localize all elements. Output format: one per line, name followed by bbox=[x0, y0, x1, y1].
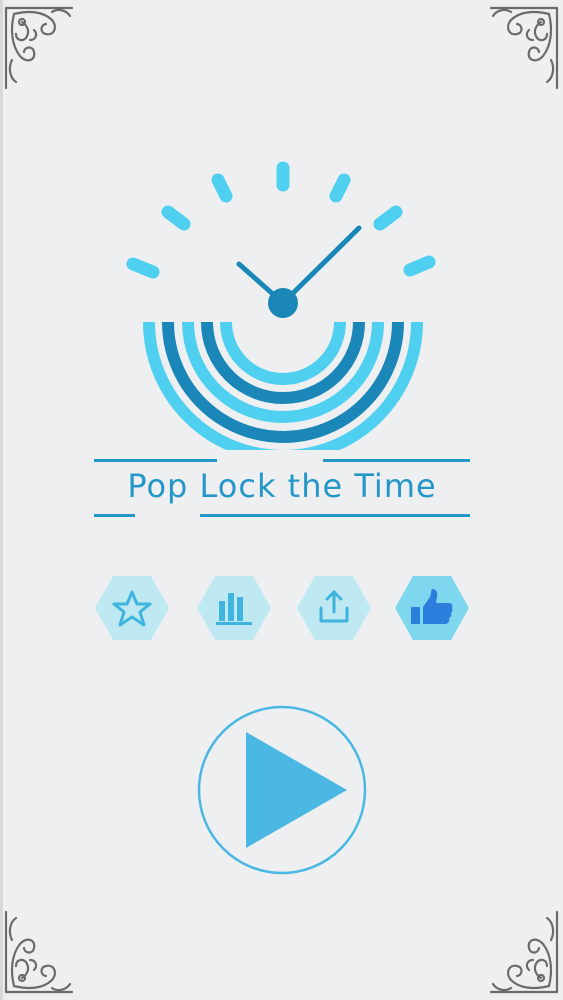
corner-ornament-top-left bbox=[4, 6, 74, 90]
clock-hands bbox=[236, 225, 362, 306]
title-rule-top-right bbox=[323, 459, 470, 462]
menu-screen: Pop Lock the Time bbox=[0, 0, 563, 1000]
play-button[interactable] bbox=[196, 704, 368, 876]
title-rule-bottom-left bbox=[94, 514, 135, 517]
like-button[interactable] bbox=[394, 575, 470, 641]
clock-rings bbox=[143, 321, 423, 450]
clock-logo bbox=[126, 161, 436, 450]
action-buttons bbox=[0, 575, 563, 641]
clock-center bbox=[268, 288, 298, 318]
share-button[interactable] bbox=[296, 575, 372, 641]
clock-tick-marks bbox=[126, 161, 436, 279]
hex-background bbox=[95, 576, 169, 640]
corner-ornament-bottom-left bbox=[4, 910, 74, 994]
corner-ornament-top-right bbox=[489, 6, 559, 90]
corner-ornament-bottom-right bbox=[489, 910, 559, 994]
play-icon bbox=[246, 732, 347, 848]
title-rule-bottom-right bbox=[200, 514, 470, 517]
title-rule-top-left bbox=[94, 459, 217, 462]
rate-button[interactable] bbox=[94, 575, 170, 641]
leaderboard-button[interactable] bbox=[196, 575, 272, 641]
title-block: Pop Lock the Time bbox=[94, 457, 470, 519]
game-title: Pop Lock the Time bbox=[127, 467, 437, 505]
